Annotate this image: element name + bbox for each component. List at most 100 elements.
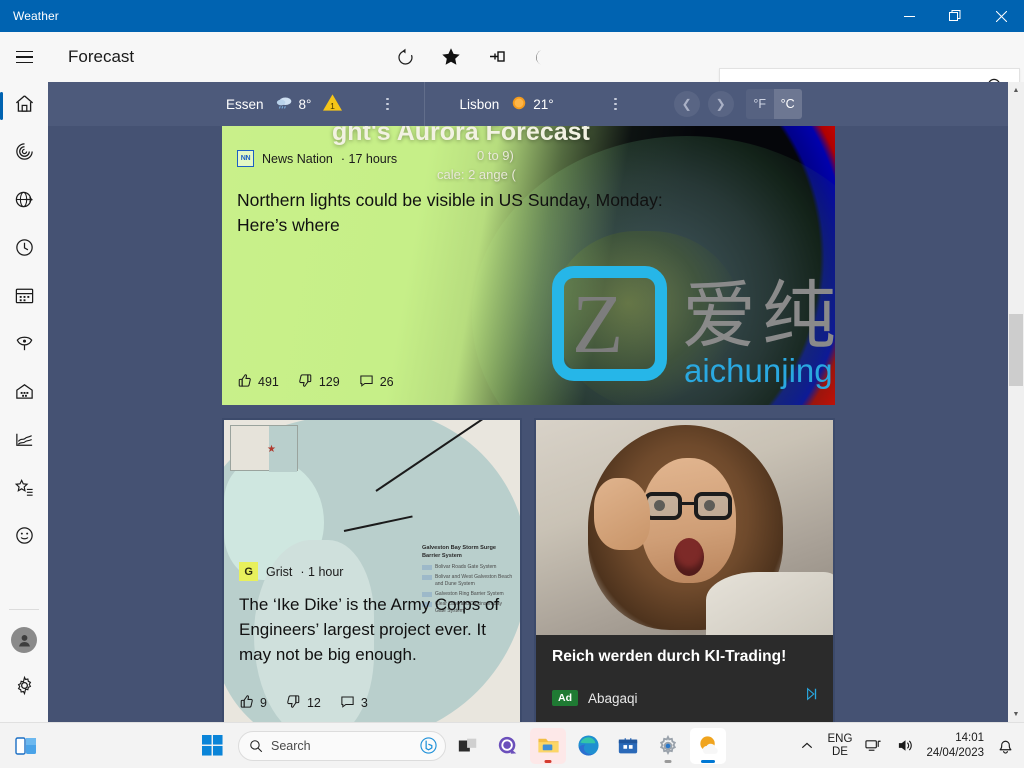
line-chart-icon [14, 429, 35, 455]
app-running-indicator [665, 760, 672, 763]
location-name: Essen [226, 97, 264, 112]
sidebar-item-favorites-list[interactable] [0, 466, 48, 514]
like-count: 9 [260, 696, 267, 710]
location-nav: ❮ ❯ [674, 91, 734, 117]
scrollbar-thumb[interactable] [1009, 314, 1023, 386]
grist-badge: G [239, 562, 258, 581]
sidebar-item-pollen[interactable] [0, 322, 48, 370]
location-divider [424, 82, 425, 126]
widgets-icon[interactable] [10, 730, 42, 762]
scroll-down-icon[interactable]: ▼ [1008, 706, 1024, 722]
app-header: Forecast Search [0, 32, 1024, 82]
legend-swatch [422, 575, 432, 580]
ad-photo-mouth [674, 538, 704, 576]
chevron-left-icon[interactable]: ❮ [674, 91, 700, 117]
ad-photo-shoulder [706, 572, 833, 635]
map-inset-marker-icon: ★ [267, 444, 276, 455]
taskbar-search-input[interactable]: Search [271, 739, 311, 753]
clock-date[interactable]: 14:01 24/04/2023 [926, 731, 984, 761]
dislike-button[interactable]: 12 [286, 694, 321, 712]
map-legend-title: Galveston Bay Storm Surge Barrier System [422, 545, 514, 560]
pollen-icon [14, 333, 35, 359]
sidebar-item-life[interactable] [0, 514, 48, 562]
scroll-up-icon[interactable]: ▲ [1008, 82, 1024, 98]
smiley-icon [14, 525, 35, 551]
sidebar-item-hourly[interactable] [0, 226, 48, 274]
sidebar-item-monthly[interactable] [0, 274, 48, 322]
language-indicator[interactable]: ENG DE [828, 733, 853, 759]
dark-mode-moon-icon[interactable] [520, 37, 566, 77]
header-actions [382, 37, 566, 77]
hamburger-icon[interactable] [0, 33, 48, 81]
tray-date: 24/04/2023 [926, 746, 984, 761]
favorite-star-icon[interactable] [428, 37, 474, 77]
minimize-button[interactable] [886, 0, 932, 32]
volume-icon[interactable] [894, 733, 916, 759]
like-button[interactable]: 491 [237, 373, 279, 391]
taskbar-app-file-explorer[interactable] [530, 728, 566, 764]
ad-footer: Ad Abagaqi [552, 690, 638, 706]
location-essen[interactable]: Essen 8° 1 [226, 82, 399, 126]
news-source-row: NN News Nation · 17 hours [237, 150, 397, 167]
network-icon[interactable] [862, 733, 884, 759]
windows-taskbar: Search [0, 722, 1024, 768]
ad-badge: Ad [552, 690, 578, 706]
news-headline[interactable]: The ‘Ike Dike’ is the Army Corps of Engi… [239, 592, 511, 667]
rail-divider [9, 609, 39, 610]
more-dots-icon[interactable] [375, 92, 399, 116]
unit-fahrenheit[interactable]: °F [746, 89, 774, 119]
taskbar-app-weather[interactable] [690, 728, 726, 764]
news-timestamp: · 17 hours [341, 152, 397, 166]
advertisement-card[interactable]: Reich werden durch KI-Trading! Ad Abagaq… [534, 418, 835, 722]
comment-button[interactable]: 3 [340, 694, 368, 712]
clock-icon [14, 237, 35, 263]
ad-headline[interactable]: Reich werden durch KI-Trading! [552, 648, 786, 666]
tray-time: 14:01 [926, 731, 984, 746]
windows-start-icon[interactable] [196, 730, 228, 762]
location-lisbon[interactable]: Lisbon 21° [459, 82, 627, 126]
warning-triangle-icon[interactable]: 1 [322, 93, 343, 115]
news-headline[interactable]: Northern lights could be visible in US S… [237, 188, 717, 238]
more-dots-icon[interactable] [604, 92, 628, 116]
aurora-image-sub2: cale: 2 ange ( [437, 167, 516, 182]
taskbar-app-teams[interactable] [490, 728, 526, 764]
bing-chat-icon[interactable] [420, 737, 437, 754]
unit-celsius[interactable]: °C [774, 89, 802, 119]
adchoices-icon[interactable] [805, 687, 819, 704]
sidebar-item-account[interactable] [0, 616, 48, 664]
thumbs-down-icon [298, 373, 313, 391]
sidebar-item-historical[interactable] [0, 418, 48, 466]
refresh-icon[interactable] [382, 37, 428, 77]
taskbar-app-task-view[interactable] [450, 728, 486, 764]
news-card-aurora[interactable]: ght's Aurora Forecast 0 to 9) cale: 2 an… [222, 126, 835, 405]
house-air-icon [14, 381, 35, 407]
sidebar-item-home[interactable] [0, 82, 48, 130]
taskbar-app-microsoft-store[interactable] [610, 728, 646, 764]
window-controls [886, 0, 1024, 32]
map-inset: ★ [230, 425, 298, 471]
notification-icon[interactable] [994, 733, 1016, 759]
pin-icon[interactable] [474, 37, 520, 77]
like-count: 491 [258, 375, 279, 389]
sidebar-item-radar[interactable] [0, 130, 48, 178]
taskbar-app-microsoft-edge[interactable] [570, 728, 606, 764]
chevron-up-icon[interactable] [796, 733, 818, 759]
sidebar-item-maps[interactable] [0, 178, 48, 226]
news-source-row: G Grist · 1 hour [239, 562, 343, 581]
ad-photo-hand [594, 478, 650, 550]
comment-button[interactable]: 26 [359, 373, 394, 391]
like-button[interactable]: 9 [239, 694, 267, 712]
sidebar-item-air-quality[interactable] [0, 370, 48, 418]
unit-toggle[interactable]: °F °C [746, 89, 802, 119]
maximize-restore-button[interactable] [932, 0, 978, 32]
weather-content-area: Essen 8° 1 Lisbon 21° ❮ ❯ °F °C [48, 82, 1008, 722]
close-button[interactable] [978, 0, 1024, 32]
news-card-grist[interactable]: ★ Galveston Bay Storm Surge Barrier Syst… [222, 418, 522, 722]
taskbar-app-settings[interactable] [650, 728, 686, 764]
chevron-right-icon[interactable]: ❯ [708, 91, 734, 117]
taskbar-search-box[interactable]: Search [238, 731, 446, 761]
dislike-button[interactable]: 129 [298, 373, 340, 391]
content-scrollbar[interactable]: ▲ ▼ [1008, 82, 1024, 722]
sidebar-item-settings[interactable] [0, 664, 48, 712]
news-source-name: News Nation [262, 152, 333, 166]
